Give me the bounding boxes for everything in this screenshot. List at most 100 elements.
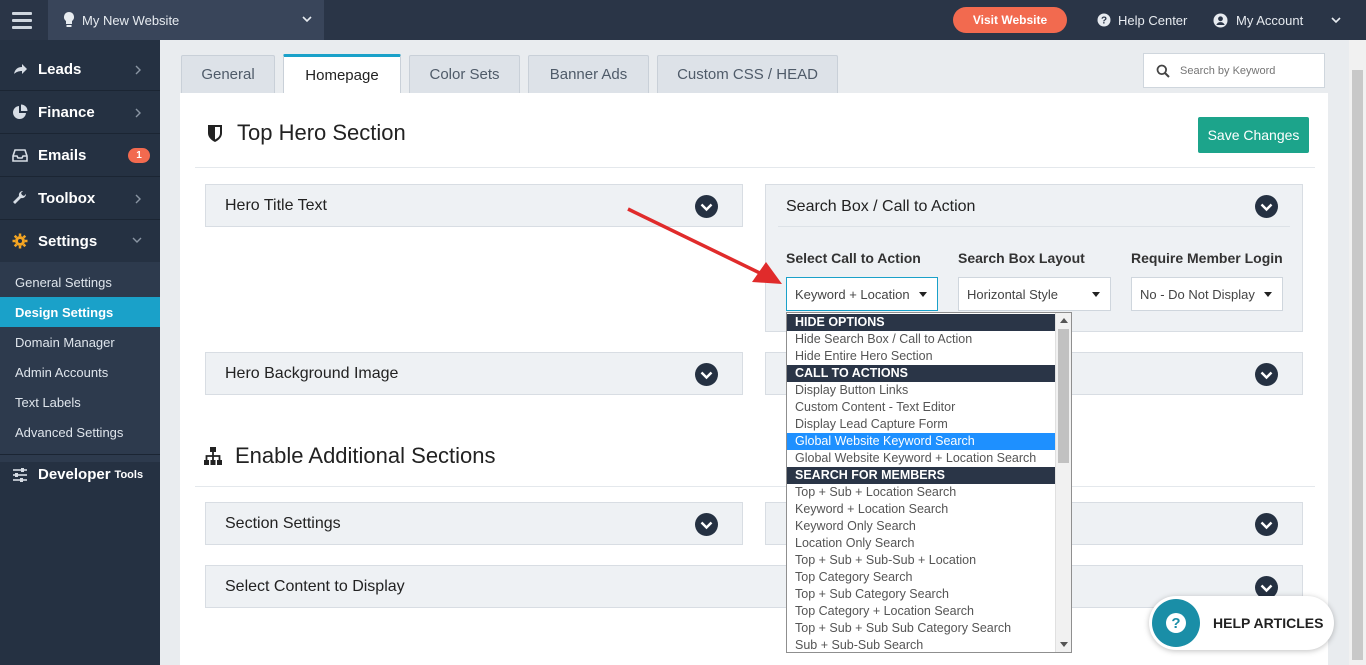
require-member-login-select[interactable]: No - Do Not Display	[1131, 277, 1283, 311]
dropdown-option[interactable]: Display Button Links	[787, 382, 1055, 399]
dropdown-option[interactable]: Sub + Sub-Sub Search	[787, 637, 1055, 652]
scroll-down-icon[interactable]	[1060, 642, 1068, 647]
keyword-search-box[interactable]	[1143, 53, 1325, 88]
sidebar-sub-advanced-settings[interactable]: Advanced Settings	[0, 417, 160, 447]
dropdown-option[interactable]: Top Category + Location Search	[787, 603, 1055, 620]
lightbulb-icon	[64, 12, 74, 27]
call-to-action-dropdown-list[interactable]: HIDE OPTIONS Hide Search Box / Call to Ac…	[786, 312, 1072, 653]
accordion-label: Select Content to Display	[225, 577, 405, 595]
caret-down-icon	[1264, 292, 1272, 297]
question-circle-icon: ?	[1097, 13, 1111, 27]
dropdown-option[interactable]: Global Website Keyword Search	[787, 433, 1055, 450]
sidebar-item-settings[interactable]: Settings	[0, 220, 160, 263]
save-changes-button[interactable]: Save Changes	[1198, 117, 1309, 153]
top-bar: My New Website Visit Website ? Help Cent…	[0, 0, 1366, 40]
my-account-menu[interactable]: My Account	[1213, 0, 1341, 40]
search-input[interactable]	[1180, 64, 1320, 77]
caret-down-icon	[919, 292, 927, 297]
search-box-layout-label: Search Box Layout	[958, 250, 1085, 266]
pie-chart-icon	[13, 104, 28, 119]
sidebar-sub-text-labels[interactable]: Text Labels	[0, 387, 160, 417]
search-icon	[1156, 64, 1170, 78]
chevron-circle-down-icon[interactable]	[1255, 195, 1278, 218]
sidebar-item-label: Leads	[38, 60, 82, 78]
sidebar-item-finance[interactable]: Finance	[0, 91, 160, 134]
sidebar: Leads Finance Emails 1 Toolbox Settings …	[0, 40, 168, 665]
call-to-action-select[interactable]: Keyword + Location	[786, 277, 938, 311]
chevron-right-icon	[135, 108, 141, 118]
sidebar-sub-domain-manager[interactable]: Domain Manager	[0, 327, 160, 357]
question-icon: ?	[1152, 599, 1200, 647]
dropdown-option[interactable]: Custom Content - Text Editor	[787, 399, 1055, 416]
chevron-down-icon	[1331, 17, 1341, 24]
website-name: My New Website	[82, 12, 180, 28]
sidebar-item-label: Settings	[38, 232, 98, 250]
scroll-thumb[interactable]	[1058, 329, 1069, 463]
accordion-label: Section Settings	[225, 514, 341, 532]
dropdown-group-header: SEARCH FOR MEMBERS	[787, 467, 1055, 484]
select-value: Keyword + Location	[795, 286, 910, 302]
dropdown-option[interactable]: Hide Search Box / Call to Action	[787, 331, 1055, 348]
accordion-hero-background-image[interactable]: Hero Background Image	[205, 352, 743, 395]
tab-homepage[interactable]: Homepage	[283, 54, 401, 94]
visit-website-button[interactable]: Visit Website	[953, 7, 1067, 33]
sidebar-item-developer-tools[interactable]: Developer Tools	[0, 454, 160, 494]
dropdown-option[interactable]: Top + Sub + Sub Sub Category Search	[787, 620, 1055, 637]
dropdown-option[interactable]: Top Category Search	[787, 569, 1055, 586]
sidebar-sub-admin-accounts[interactable]: Admin Accounts	[0, 357, 160, 387]
sidebar-item-label: Emails	[38, 146, 87, 164]
dropdown-group-header: HIDE OPTIONS	[787, 314, 1055, 331]
user-circle-icon	[1213, 13, 1228, 27]
require-member-login-label: Require Member Login	[1131, 250, 1283, 266]
page-scroll-thumb[interactable]	[1352, 70, 1363, 660]
section-title: Enable Additional Sections	[235, 443, 496, 468]
help-articles-button[interactable]: ? HELP ARTICLES	[1149, 596, 1334, 650]
accordion-section-settings[interactable]: Section Settings	[205, 502, 743, 545]
dropdown-option[interactable]: Hide Entire Hero Section	[787, 348, 1055, 365]
enable-additional-sections-header: Enable Additional Sections	[203, 443, 496, 469]
sidebar-item-leads[interactable]: Leads	[0, 48, 160, 91]
question-circle-icon: ?	[1166, 613, 1186, 633]
email-count-badge: 1	[128, 148, 150, 163]
chevron-circle-down-icon[interactable]	[695, 513, 718, 536]
tab-color-sets[interactable]: Color Sets	[409, 55, 520, 93]
help-center-link[interactable]: ? Help Center	[1097, 0, 1187, 40]
dropdown-option[interactable]: Top + Sub + Sub-Sub + Location	[787, 552, 1055, 569]
chevron-circle-down-icon[interactable]	[1255, 363, 1278, 386]
sidebar-item-toolbox[interactable]: Toolbox	[0, 177, 160, 220]
website-selector[interactable]: My New Website	[48, 0, 324, 40]
wrench-icon	[13, 190, 27, 204]
sidebar-item-emails[interactable]: Emails 1	[0, 134, 160, 177]
dropdown-option[interactable]: Keyword + Location Search	[787, 501, 1055, 518]
developer-tools-suffix: Tools	[114, 468, 144, 481]
help-center-label: Help Center	[1118, 12, 1188, 28]
dropdown-option[interactable]: Location Only Search	[787, 535, 1055, 552]
accordion-select-content[interactable]: Select Content to Display	[205, 565, 1303, 608]
sidebar-item-label: Finance	[38, 103, 95, 121]
chevron-circle-down-icon[interactable]	[1255, 513, 1278, 536]
dropdown-option[interactable]: Display Lead Capture Form	[787, 416, 1055, 433]
tab-custom-css-head[interactable]: Custom CSS / HEAD	[657, 55, 838, 93]
page-title: Top Hero Section	[237, 120, 406, 145]
shield-icon	[208, 125, 222, 142]
dropdown-option[interactable]: Top + Sub + Location Search	[787, 484, 1055, 501]
annotation-arrow	[627, 207, 782, 284]
dropdown-option[interactable]: Top + Sub Category Search	[787, 586, 1055, 603]
sidebar-sub-general-settings[interactable]: General Settings	[0, 267, 160, 297]
select-value: No - Do Not Display	[1140, 286, 1255, 302]
search-box-call-to-action-panel: Search Box / Call to Action Select Call …	[765, 184, 1303, 332]
hamburger-menu-icon[interactable]	[0, 0, 44, 40]
tab-banner-ads[interactable]: Banner Ads	[528, 55, 649, 93]
scroll-up-icon[interactable]	[1060, 318, 1068, 323]
dropdown-option[interactable]: Keyword Only Search	[787, 518, 1055, 535]
dropdown-option[interactable]: Global Website Keyword + Location Search	[787, 450, 1055, 467]
select-value: Horizontal Style	[967, 286, 1059, 302]
tab-general[interactable]: General	[181, 55, 275, 93]
chevron-circle-down-icon[interactable]	[695, 363, 718, 386]
inbox-icon	[12, 149, 28, 162]
sidebar-sub-design-settings[interactable]: Design Settings	[0, 297, 168, 327]
my-account-label: My Account	[1236, 12, 1304, 28]
page-scrollbar[interactable]	[1349, 40, 1366, 665]
search-box-layout-select[interactable]: Horizontal Style	[958, 277, 1111, 311]
dropdown-scrollbar[interactable]	[1055, 313, 1071, 652]
